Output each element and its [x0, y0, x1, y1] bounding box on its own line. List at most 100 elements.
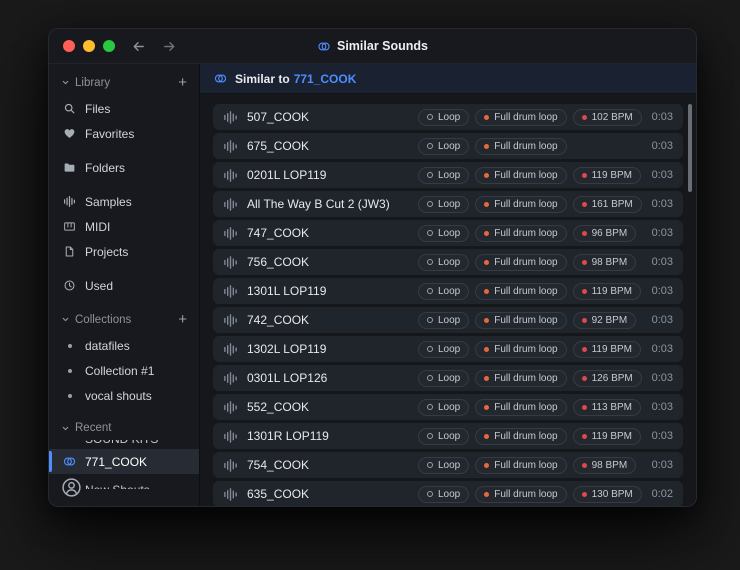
tag-loop[interactable]: Loop [418, 253, 470, 271]
sound-row[interactable]: 552_COOK Loop Full drum loop 113 BPM 0:03 [213, 394, 683, 420]
sidebar-section: Library + Files Favorites Folders Samples MIDI… [49, 70, 199, 298]
tag-bpm[interactable]: 130 BPM [572, 485, 642, 503]
tag-bpm[interactable]: 98 BPM [572, 456, 637, 474]
back-button[interactable] [131, 39, 146, 54]
duration: 0:03 [651, 372, 673, 384]
tag-group: Loop Full drum loop 126 BPM [418, 369, 642, 387]
sound-row[interactable]: 0201L LOP119 Loop Full drum loop 119 BPM 0:0… [213, 162, 683, 188]
tag-label: 130 BPM [591, 488, 633, 500]
tag-bpm[interactable]: 119 BPM [572, 427, 641, 445]
tag-loop[interactable]: Loop [418, 108, 470, 126]
tag-drum[interactable]: Full drum loop [475, 456, 567, 474]
dot-icon [581, 259, 587, 265]
section-header[interactable]: Library + [49, 70, 199, 96]
tag-drum[interactable]: Full drum loop [475, 195, 567, 213]
tag-loop[interactable]: Loop [418, 195, 470, 213]
tag-drum[interactable]: Full drum loop [475, 108, 567, 126]
tag-loop[interactable]: Loop [418, 427, 470, 445]
sidebar-item-vocal-shouts[interactable]: vocal shouts [49, 383, 199, 408]
sound-row[interactable]: 675_COOK Loop Full drum loop 0:03 [213, 133, 683, 159]
tag-label: Full drum loop [494, 343, 558, 355]
sidebar-item-samples[interactable]: Samples [49, 189, 199, 214]
tag-drum[interactable]: Full drum loop [475, 398, 567, 416]
zoom-window-button[interactable] [103, 40, 115, 52]
sound-row[interactable]: 1301R LOP119 Loop Full drum loop 119 BPM 0:0… [213, 423, 683, 449]
sidebar-item-sound-kits[interactable]: SOUND KITS [49, 440, 199, 449]
tag-loop[interactable]: Loop [418, 282, 470, 300]
sound-row[interactable]: 754_COOK Loop Full drum loop 98 BPM 0:03 [213, 452, 683, 478]
dot-icon [484, 230, 490, 236]
tag-drum[interactable]: Full drum loop [475, 369, 567, 387]
tag-label: Loop [438, 488, 461, 500]
sidebar-item-folders[interactable]: Folders [49, 155, 199, 180]
tag-loop[interactable]: Loop [418, 166, 470, 184]
sound-row[interactable]: 756_COOK Loop Full drum loop 98 BPM 0:03 [213, 249, 683, 275]
tag-loop[interactable]: Loop [418, 398, 470, 416]
dot-icon [484, 114, 490, 120]
tag-drum[interactable]: Full drum loop [475, 427, 567, 445]
similar-to-label: Similar to [235, 71, 290, 86]
section-header[interactable]: Recent [49, 417, 199, 440]
sidebar-item-label: Used [85, 278, 114, 293]
sidebar-item-used[interactable]: Used [49, 273, 199, 298]
tag-label: Loop [438, 372, 461, 384]
waveform-icon [223, 487, 238, 502]
sidebar-item-datafiles[interactable]: datafiles [49, 333, 199, 358]
tag-drum[interactable]: Full drum loop [475, 340, 567, 358]
tag-bpm[interactable]: 96 BPM [572, 224, 637, 242]
tag-loop[interactable]: Loop [418, 485, 470, 503]
tag-bpm[interactable]: 119 BPM [572, 166, 641, 184]
account-button[interactable] [61, 477, 82, 498]
sidebar-item-771-cook[interactable]: 771_COOK [49, 449, 199, 474]
tag-bpm[interactable]: 113 BPM [572, 398, 641, 416]
sidebar-item-collection-1[interactable]: Collection #1 [49, 358, 199, 383]
tag-bpm[interactable]: 119 BPM [572, 282, 641, 300]
tag-loop[interactable]: Loop [418, 340, 470, 358]
sound-row[interactable]: 1301L LOP119 Loop Full drum loop 119 BPM 0:0… [213, 278, 683, 304]
section-header[interactable]: Collections + [49, 307, 199, 333]
scrollbar-thumb[interactable] [688, 104, 692, 192]
tag-drum[interactable]: Full drum loop [475, 485, 567, 503]
tag-loop[interactable]: Loop [418, 137, 470, 155]
target-sample-link[interactable]: 771_COOK [294, 72, 357, 86]
sound-row[interactable]: 747_COOK Loop Full drum loop 96 BPM 0:03 [213, 220, 683, 246]
tag-drum[interactable]: Full drum loop [475, 166, 567, 184]
waveform-icon [223, 110, 238, 125]
minimize-window-button[interactable] [83, 40, 95, 52]
tag-drum[interactable]: Full drum loop [475, 137, 567, 155]
tag-drum[interactable]: Full drum loop [475, 311, 567, 329]
dot-icon [581, 491, 587, 497]
tag-loop[interactable]: Loop [418, 369, 470, 387]
tag-loop[interactable]: Loop [418, 311, 470, 329]
tag-drum[interactable]: Full drum loop [475, 253, 567, 271]
sidebar-item-favorites[interactable]: Favorites [49, 121, 199, 146]
tag-drum[interactable]: Full drum loop [475, 224, 567, 242]
sidebar-item-midi[interactable]: MIDI [49, 214, 199, 239]
dot-icon [581, 288, 587, 294]
tag-bpm[interactable]: 102 BPM [572, 108, 642, 126]
sound-row[interactable]: 1302L LOP119 Loop Full drum loop 119 BPM 0:0… [213, 336, 683, 362]
tag-bpm[interactable]: 161 BPM [572, 195, 642, 213]
sidebar-item-files[interactable]: Files [49, 96, 199, 121]
sound-row[interactable]: 0301L LOP126 Loop Full drum loop 126 BPM 0:0… [213, 365, 683, 391]
tag-loop[interactable]: Loop [418, 456, 470, 474]
sound-row[interactable]: 507_COOK Loop Full drum loop 102 BPM 0:03 [213, 104, 683, 130]
forward-button[interactable] [162, 39, 177, 54]
tag-bpm[interactable]: 98 BPM [572, 253, 637, 271]
heart-icon [63, 127, 76, 140]
tag-bpm[interactable]: 119 BPM [572, 340, 641, 358]
tag-label: Full drum loop [494, 459, 558, 471]
add-button[interactable]: + [178, 75, 187, 90]
sound-row[interactable]: 635_COOK Loop Full drum loop 130 BPM 0:02 [213, 481, 683, 506]
close-window-button[interactable] [63, 40, 75, 52]
tag-bpm[interactable]: 126 BPM [572, 369, 642, 387]
tag-drum[interactable]: Full drum loop [475, 282, 567, 300]
sidebar-item-label: MIDI [85, 219, 111, 234]
tag-loop[interactable]: Loop [418, 224, 470, 242]
dot-icon [581, 114, 587, 120]
add-button[interactable]: + [178, 312, 187, 327]
tag-bpm[interactable]: 92 BPM [572, 311, 637, 329]
sound-row[interactable]: 742_COOK Loop Full drum loop 92 BPM 0:03 [213, 307, 683, 333]
sidebar-item-projects[interactable]: Projects [49, 239, 199, 264]
sound-row[interactable]: All The Way B Cut 2 (JW3) Loop Full drum l… [213, 191, 683, 217]
